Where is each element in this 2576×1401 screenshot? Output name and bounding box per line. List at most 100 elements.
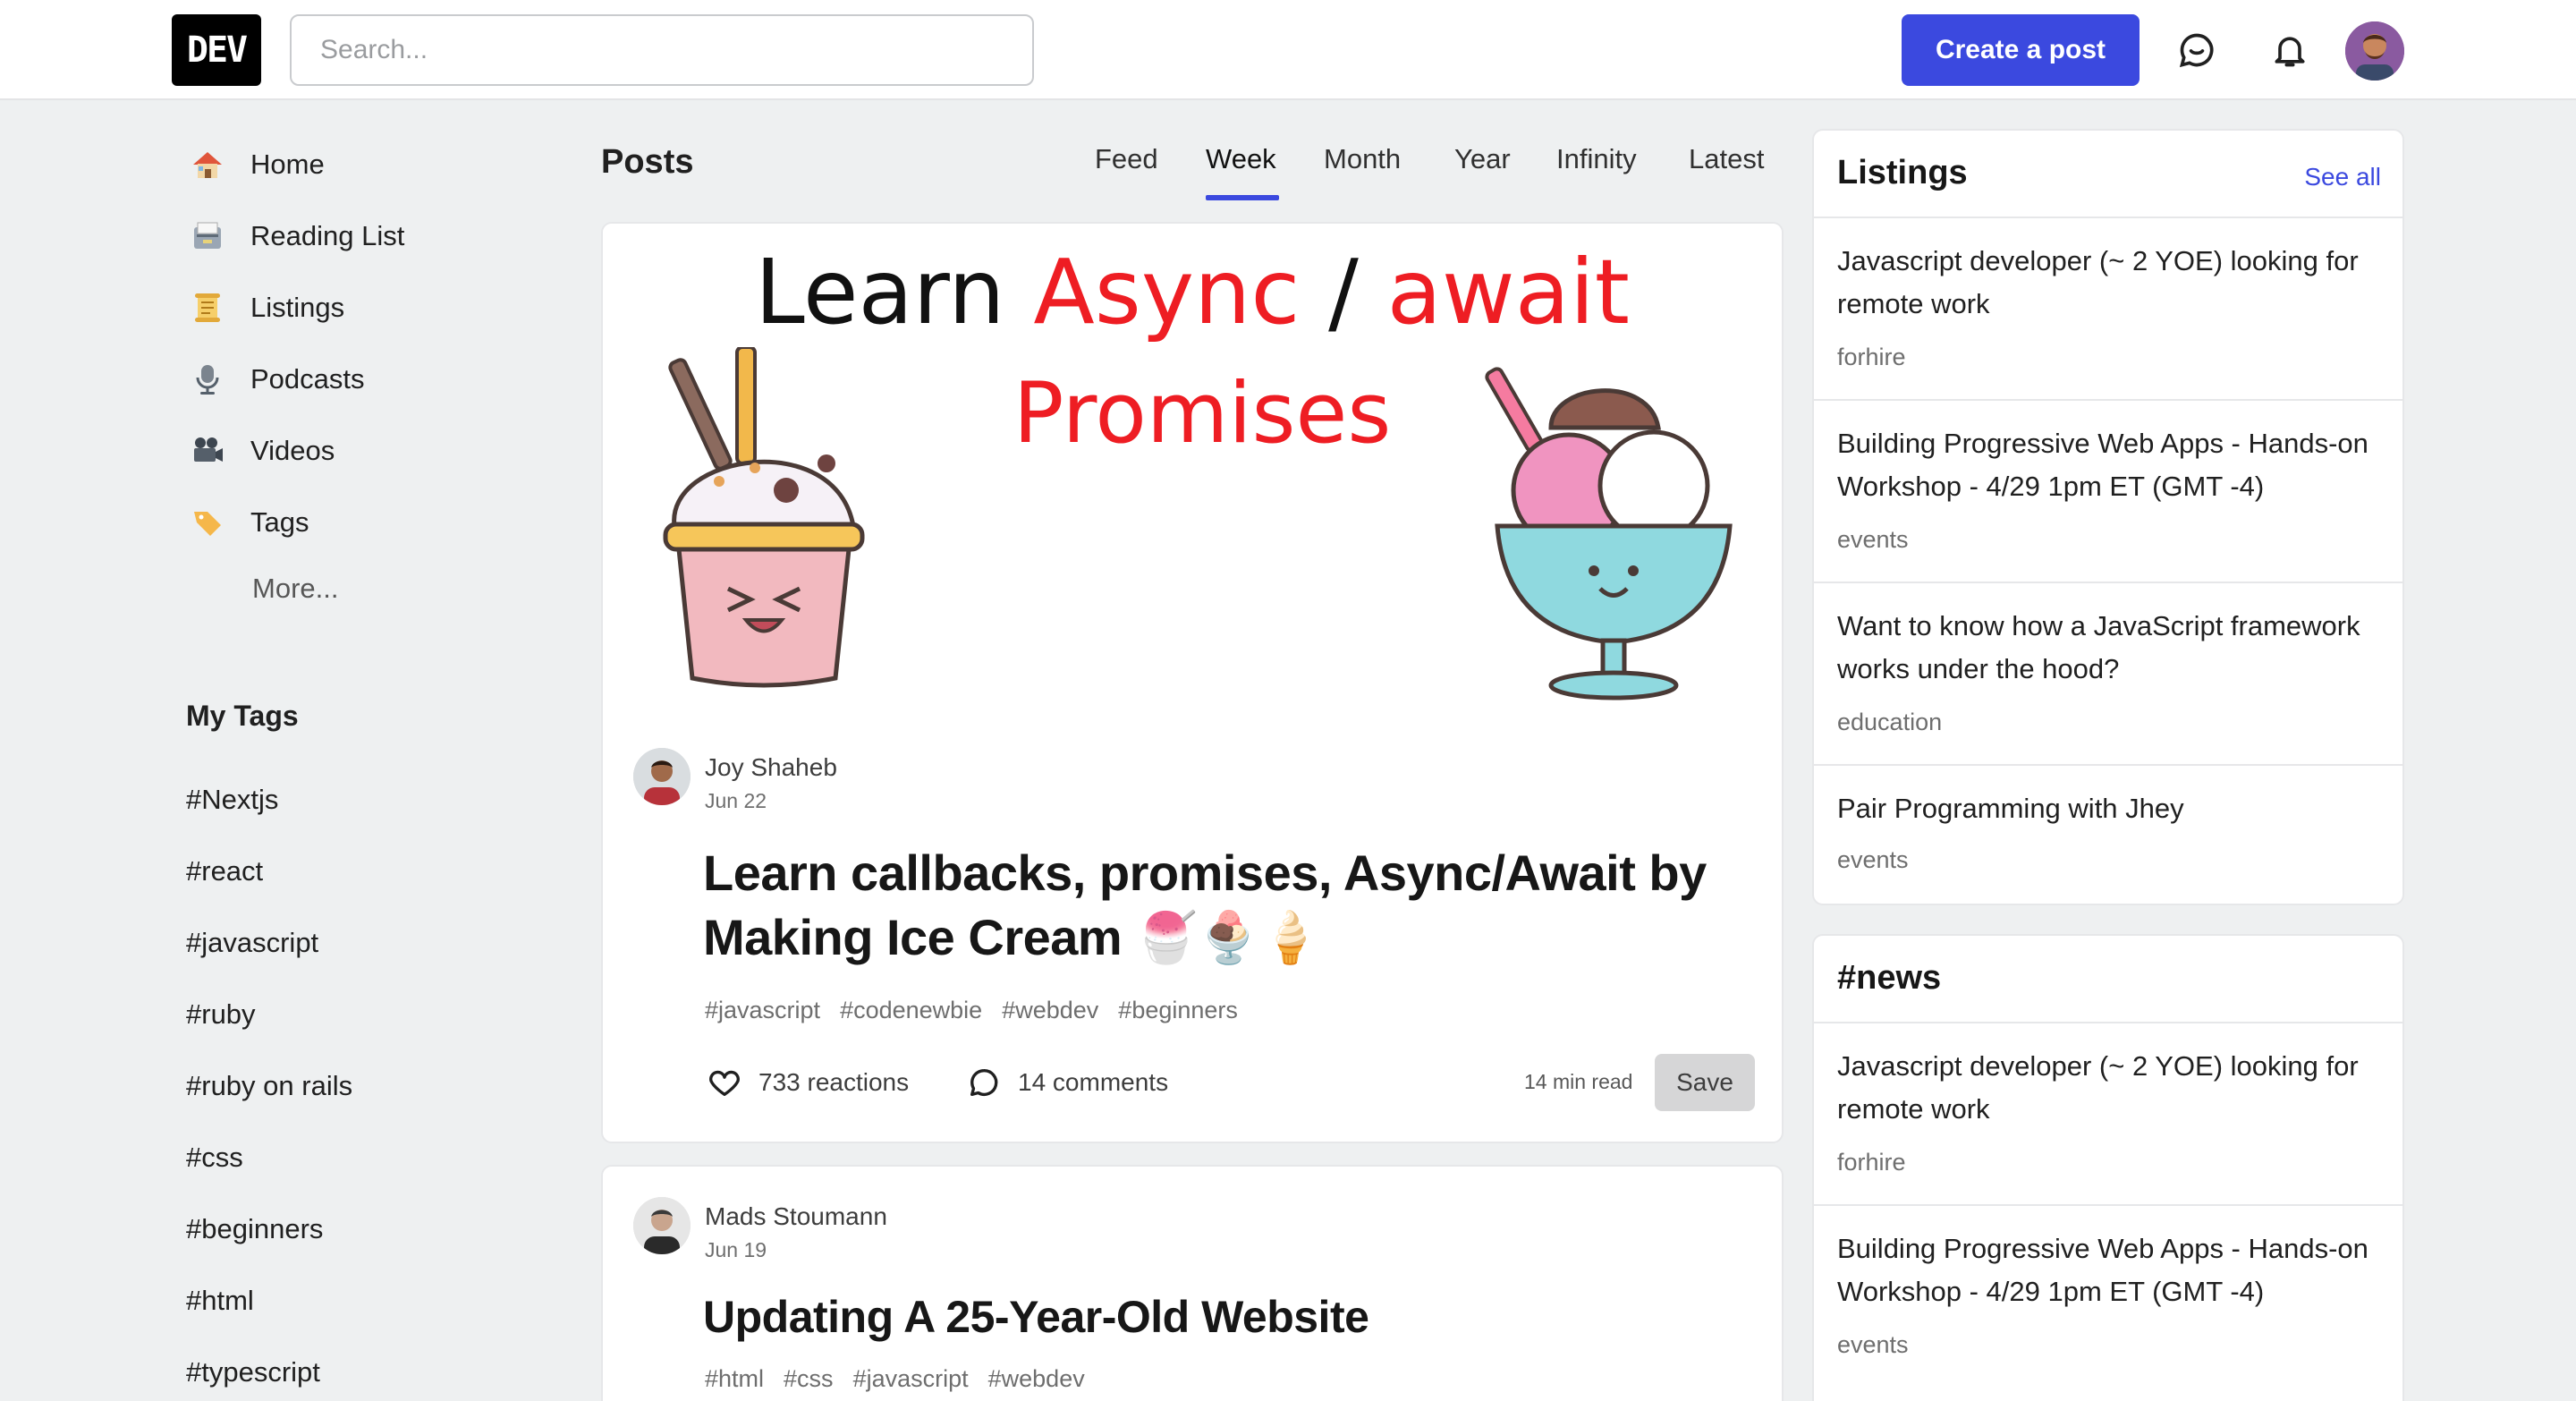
read-time: 14 min read — [1524, 1070, 1633, 1093]
post-tag[interactable]: #css — [784, 1365, 834, 1393]
post-cover-image[interactable]: Learn Async / await Promises — [603, 224, 1782, 725]
listing-category: events — [1837, 846, 1909, 873]
post-tag[interactable]: #javascript — [705, 997, 820, 1024]
bell-icon[interactable] — [2263, 23, 2317, 77]
tag-link[interactable]: #react — [186, 855, 263, 887]
listing-category: events — [1837, 526, 1909, 553]
ice-cream-sundae-illustration — [1485, 367, 1733, 700]
post-tag[interactable]: #html — [705, 1365, 764, 1393]
sidebar-item-podcasts[interactable]: Podcasts — [186, 352, 365, 406]
active-tab-indicator — [1206, 195, 1279, 200]
post-card[interactable]: Mads Stoumann Jun 19 Updating A 25-Year-… — [601, 1165, 1784, 1401]
post-tags: #html #css #javascript #webdev — [705, 1365, 1085, 1393]
tag-link[interactable]: #css — [186, 1142, 243, 1174]
chat-icon[interactable] — [2170, 23, 2224, 77]
news-category: forhire — [1837, 1149, 1906, 1176]
search-input[interactable] — [290, 14, 1034, 86]
cover-line-2: Promises — [1013, 365, 1392, 463]
post-title[interactable]: Learn callbacks, promises, Async/Await b… — [703, 841, 1732, 970]
sidebar-item-tags[interactable]: Tags — [186, 496, 309, 549]
tab-month[interactable]: Month — [1324, 143, 1401, 175]
comments-count: 14 comments — [1018, 1068, 1169, 1096]
news-item[interactable]: Building Progressive Web Apps - Hands-on… — [1814, 1204, 2402, 1401]
author-avatar[interactable] — [633, 1197, 691, 1254]
comment-icon — [970, 1068, 998, 1096]
author-name[interactable]: Joy Shaheb — [705, 753, 837, 782]
save-button[interactable]: Save — [1655, 1054, 1755, 1111]
ice-cream-cup-illustration — [663, 347, 865, 688]
heart-icon — [709, 1070, 740, 1096]
listing-item[interactable]: Javascript developer (~ 2 YOE) looking f… — [1814, 217, 2402, 399]
cover-text: / — [1300, 240, 1387, 344]
post-card[interactable]: Learn Async / await Promises Joy Shaheb … — [601, 222, 1784, 1143]
tab-week[interactable]: Week — [1206, 143, 1276, 175]
tag-link[interactable]: #typescript — [186, 1356, 320, 1388]
sidebar-item-videos[interactable]: Videos — [186, 424, 335, 478]
cover-text: Learn — [755, 240, 1034, 344]
listing-item[interactable]: Building Progressive Web Apps - Hands-on… — [1814, 399, 2402, 582]
listing-title: Javascript developer (~ 2 YOE) looking f… — [1837, 245, 2359, 319]
listing-title: Want to know how a JavaScript framework … — [1837, 610, 2360, 684]
scroll-icon — [186, 286, 229, 329]
news-heading[interactable]: #news — [1837, 959, 1941, 998]
tab-feed[interactable]: Feed — [1095, 143, 1158, 175]
sidebar-item-home[interactable]: Home — [186, 138, 325, 191]
sidebar-item-label: Tags — [250, 506, 309, 538]
post-tag[interactable]: #javascript — [853, 1365, 969, 1393]
post-date[interactable]: Jun 22 — [705, 789, 767, 813]
listings-heading: Listings — [1837, 154, 1968, 191]
cover-line-1: Learn Async / await — [603, 240, 1782, 344]
author-name[interactable]: Mads Stoumann — [705, 1202, 887, 1231]
post-date[interactable]: Jun 19 — [705, 1238, 767, 1262]
tag-link[interactable]: #ruby — [186, 998, 256, 1031]
sidebar-item-label: Home — [250, 149, 325, 180]
sidebar-item-label: Videos — [250, 435, 335, 466]
tag-link[interactable]: #ruby on rails — [186, 1070, 352, 1102]
news-item[interactable]: Javascript developer (~ 2 YOE) looking f… — [1814, 1022, 2402, 1204]
post-tag[interactable]: #webdev — [988, 1365, 1085, 1393]
movie-camera-icon — [186, 429, 229, 472]
card-box-icon — [186, 215, 229, 258]
top-header: DEV Create a post — [0, 0, 2576, 100]
post-tag[interactable]: #webdev — [1002, 997, 1098, 1024]
house-icon — [186, 143, 229, 186]
author-avatar[interactable] — [633, 748, 691, 805]
tab-infinity[interactable]: Infinity — [1556, 143, 1637, 175]
tag-link[interactable]: #beginners — [186, 1213, 323, 1245]
reactions-count: 733 reactions — [758, 1068, 910, 1096]
user-avatar[interactable] — [2345, 21, 2404, 81]
reactions-button[interactable]: 733 reactions — [707, 1065, 909, 1100]
see-all-link[interactable]: See all — [2304, 163, 2381, 191]
listing-title: Building Progressive Web Apps - Hands-on… — [1837, 428, 2368, 502]
sidebar-more-link[interactable]: More... — [252, 573, 338, 605]
listing-title: Pair Programming with Jhey — [1837, 793, 2184, 824]
tag-link[interactable]: #html — [186, 1285, 254, 1317]
post-tag[interactable]: #codenewbie — [840, 997, 982, 1024]
tag-link[interactable]: #javascript — [186, 927, 318, 959]
sidebar-item-label: Listings — [250, 292, 345, 323]
cover-text-red: Async — [1033, 240, 1301, 344]
dev-logo[interactable]: DEV — [172, 14, 261, 86]
post-tag[interactable]: #beginners — [1118, 997, 1238, 1024]
create-post-button[interactable]: Create a post — [1902, 14, 2140, 86]
my-tags-heading: My Tags — [186, 700, 299, 732]
news-category: events — [1837, 1331, 1909, 1358]
posts-heading: Posts — [601, 143, 694, 181]
sidebar-item-label: Podcasts — [250, 363, 365, 395]
listing-item[interactable]: Want to know how a JavaScript framework … — [1814, 582, 2402, 764]
tab-year[interactable]: Year — [1454, 143, 1511, 175]
tag-link[interactable]: #Nextjs — [186, 784, 278, 816]
news-title: Javascript developer (~ 2 YOE) looking f… — [1837, 1050, 2359, 1125]
listings-widget: Listings See all Javascript developer (~… — [1812, 129, 2404, 905]
listing-category: forhire — [1837, 344, 1906, 370]
post-title[interactable]: Updating A 25-Year-Old Website — [703, 1288, 1732, 1346]
sidebar-item-reading-list[interactable]: Reading List — [186, 209, 404, 263]
sidebar-item-listings[interactable]: Listings — [186, 281, 344, 335]
news-widget: #news Javascript developer (~ 2 YOE) loo… — [1812, 934, 2404, 1401]
news-title: Building Progressive Web Apps - Hands-on… — [1837, 1233, 2368, 1307]
listing-category: education — [1837, 709, 1943, 735]
tab-latest[interactable]: Latest — [1689, 143, 1764, 175]
post-tags: #javascript #codenewbie #webdev #beginne… — [705, 997, 1238, 1024]
comments-button[interactable]: 14 comments — [966, 1065, 1168, 1100]
listing-item[interactable]: Pair Programming with Jhey events — [1814, 764, 2402, 904]
